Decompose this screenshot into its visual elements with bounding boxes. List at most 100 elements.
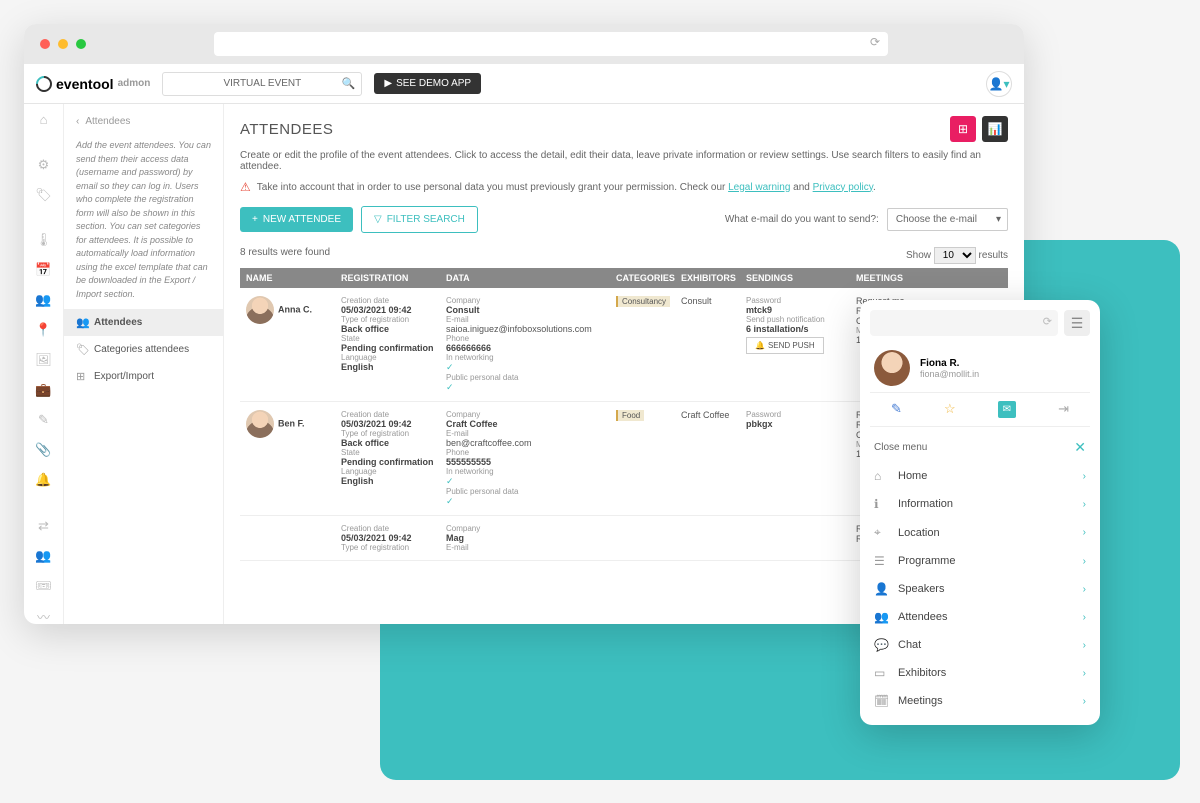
- mobile-search[interactable]: [870, 310, 1058, 336]
- help-text: Add the event attendees. You can send th…: [64, 131, 223, 309]
- filter-search-button[interactable]: ▽ FILTER SEARCH: [361, 206, 478, 233]
- minimize-window-icon[interactable]: [58, 39, 68, 49]
- maximize-window-icon[interactable]: [76, 39, 86, 49]
- avatar: [246, 296, 274, 324]
- menu-item-meetings[interactable]: 🗓Meetings›: [870, 687, 1090, 715]
- browser-titlebar: [24, 24, 1024, 64]
- tag-icon[interactable]: 🏷: [36, 187, 52, 203]
- speakers-icon: 👤: [874, 582, 888, 596]
- filter-icon: ▽: [374, 214, 382, 225]
- users-icon[interactable]: 👥: [36, 292, 52, 308]
- edit-icon[interactable]: ✎: [36, 412, 52, 428]
- mail-icon[interactable]: ✉: [998, 401, 1016, 418]
- warning-icon: ⚠: [240, 180, 251, 194]
- attendees-rail-icon[interactable]: 👥: [36, 548, 52, 564]
- chevron-right-icon: ›: [1083, 471, 1086, 482]
- send-push-button[interactable]: 🔔 SEND PUSH: [746, 337, 824, 354]
- calendar-icon[interactable]: 📅: [36, 262, 52, 278]
- image-icon[interactable]: 🖼: [36, 352, 52, 368]
- menu-item-chat[interactable]: 💬Chat›: [870, 631, 1090, 659]
- check-icon: ✓: [446, 496, 604, 507]
- user-menu-button[interactable]: 👤▾: [986, 71, 1012, 97]
- new-attendee-button[interactable]: + NEW ATTENDEE: [240, 207, 353, 232]
- grid-icon: ⊞: [76, 370, 88, 383]
- chevron-right-icon: ›: [1083, 668, 1086, 679]
- sidebar-item-categories[interactable]: 🏷 Categories attendees: [64, 336, 223, 363]
- chevron-left-icon: ‹: [76, 116, 79, 127]
- edit-icon[interactable]: ✎: [891, 401, 902, 418]
- location-icon: ⌖: [874, 525, 888, 540]
- chevron-right-icon: ›: [1083, 612, 1086, 623]
- users-icon: 👥: [76, 316, 88, 329]
- check-icon: ✓: [446, 362, 604, 373]
- menu-item-information[interactable]: ℹInformation›: [870, 490, 1090, 518]
- share-icon[interactable]: ⇄: [36, 518, 52, 534]
- close-icon[interactable]: ✕: [1074, 439, 1086, 456]
- breadcrumb[interactable]: ‹ Attendees: [64, 112, 223, 131]
- close-menu-label: Close menu: [874, 442, 927, 453]
- close-window-icon[interactable]: [40, 39, 50, 49]
- privacy-link[interactable]: Privacy policy: [813, 182, 873, 193]
- category-badge: Consultancy: [616, 296, 670, 307]
- tree-view-button[interactable]: ⊞: [950, 116, 976, 142]
- briefcase-icon[interactable]: 💼: [36, 382, 52, 398]
- email-select[interactable]: Choose the e-mail: [887, 208, 1008, 231]
- menu-item-speakers[interactable]: 👤Speakers›: [870, 575, 1090, 603]
- stats-button[interactable]: 📊: [982, 116, 1008, 142]
- menu-item-home[interactable]: ⌂Home›: [870, 462, 1090, 490]
- wave-icon[interactable]: 〰: [36, 608, 52, 624]
- menu-item-exhibitors[interactable]: ▭Exhibitors›: [870, 659, 1090, 687]
- page-size-select[interactable]: 10: [934, 247, 976, 264]
- logo-icon: [33, 72, 56, 95]
- chevron-right-icon: ›: [1083, 499, 1086, 510]
- search-icon: 🔍: [342, 77, 356, 90]
- icon-rail: ⌂ ⚙ 🏷 🌡 📅 👥 📍 🖼 💼 ✎ 📎 🔔 ⇄ 👥 🎟 〰: [24, 104, 64, 624]
- menu-item-location[interactable]: ⌖Location›: [870, 518, 1090, 547]
- check-icon: ✓: [446, 476, 604, 487]
- admin-label: admon: [118, 78, 151, 89]
- thermometer-icon[interactable]: 🌡: [36, 232, 52, 248]
- sidebar-item-export[interactable]: ⊞ Export/Import: [64, 363, 223, 390]
- sidebar-item-attendees[interactable]: 👥 Attendees: [64, 309, 223, 336]
- chevron-right-icon: ›: [1083, 696, 1086, 707]
- warning-banner: ⚠ Take into account that in order to use…: [240, 180, 1008, 194]
- avatar: [874, 350, 910, 386]
- menu-item-programme[interactable]: ☰Programme›: [870, 547, 1090, 575]
- menu-icon[interactable]: ☰: [1064, 310, 1090, 336]
- email-label: What e-mail do you want to send?:: [725, 214, 879, 225]
- programme-icon: ☰: [874, 554, 888, 568]
- profile-row[interactable]: Fiona R. fiona@mollit.in: [870, 344, 1090, 392]
- chat-icon: 💬: [874, 638, 888, 652]
- chevron-right-icon: ›: [1083, 556, 1086, 567]
- profile-name: Fiona R.: [920, 358, 979, 369]
- brand-text: eventool: [56, 76, 114, 92]
- profile-email: fiona@mollit.in: [920, 369, 979, 379]
- check-icon: ✓: [446, 382, 604, 393]
- page-title: ATTENDEES: [240, 121, 333, 138]
- settings-icon[interactable]: ⚙: [36, 157, 52, 173]
- star-icon[interactable]: ☆: [944, 401, 956, 418]
- event-search[interactable]: VIRTUAL EVENT 🔍: [162, 72, 362, 96]
- legal-link[interactable]: Legal warning: [728, 182, 790, 193]
- attach-icon[interactable]: 📎: [36, 442, 52, 458]
- menu-item-attendees[interactable]: 👥Attendees›: [870, 603, 1090, 631]
- logout-icon[interactable]: ⇥: [1058, 401, 1069, 418]
- event-search-value: VIRTUAL EVENT: [223, 78, 301, 89]
- avatar: [246, 410, 274, 438]
- home-icon[interactable]: ⌂: [36, 112, 52, 127]
- chevron-right-icon: ›: [1083, 527, 1086, 538]
- see-demo-button[interactable]: ▶ SEE DEMO APP: [374, 73, 481, 94]
- ticket-icon[interactable]: 🎟: [36, 578, 52, 594]
- home-icon: ⌂: [874, 469, 888, 483]
- app-header: eventool admon VIRTUAL EVENT 🔍 ▶ SEE DEM…: [24, 64, 1024, 104]
- chevron-right-icon: ›: [1083, 584, 1086, 595]
- play-icon: ▶: [384, 78, 392, 89]
- page-description: Create or edit the profile of the event …: [240, 150, 1008, 172]
- tag-icon: 🏷: [76, 343, 88, 356]
- sidebar: ‹ Attendees Add the event attendees. You…: [64, 104, 224, 624]
- meetings-icon: 🗓: [874, 694, 888, 708]
- bell-icon[interactable]: 🔔: [36, 472, 52, 488]
- url-bar[interactable]: [214, 32, 888, 56]
- logo[interactable]: eventool admon: [36, 76, 150, 92]
- location-icon[interactable]: 📍: [36, 322, 52, 338]
